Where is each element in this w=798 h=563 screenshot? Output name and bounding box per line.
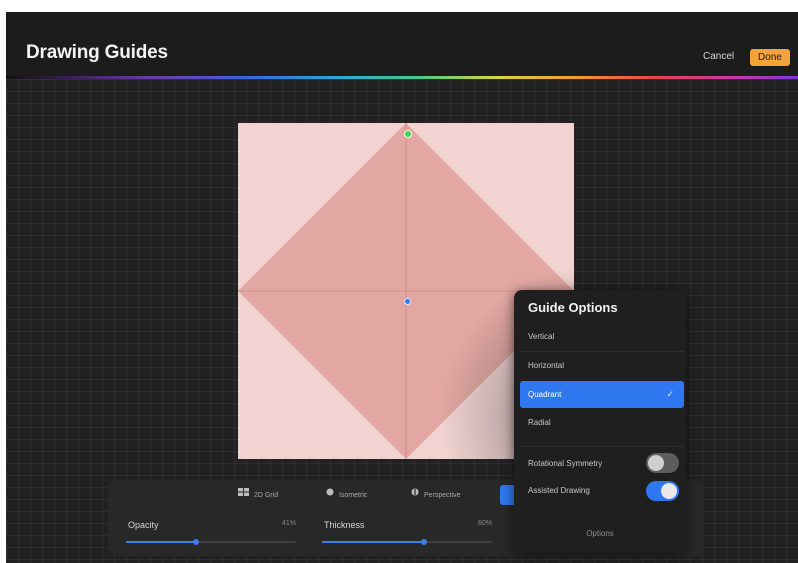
- tab-isometric-label: Isometric: [339, 491, 368, 499]
- toggle-knob: [661, 483, 677, 499]
- guide-options-title: Guide Options: [528, 300, 618, 315]
- option-horizontal-label: Horizontal: [528, 361, 565, 370]
- rotation-handle[interactable]: [404, 130, 412, 138]
- center-handle[interactable]: [404, 298, 411, 305]
- option-horizontal[interactable]: Horizontal: [520, 352, 684, 379]
- thickness-value: 60%: [477, 520, 492, 527]
- rotational-symmetry-toggle[interactable]: [646, 453, 679, 473]
- toggle-knob: [648, 455, 664, 471]
- tab-2d-grid[interactable]: 2D Grid: [238, 485, 278, 505]
- option-vertical-label: Vertical: [528, 332, 555, 341]
- perspective-icon: [411, 485, 419, 505]
- opacity-value: 41%: [281, 520, 296, 527]
- checkmark-icon: ✓: [666, 389, 674, 399]
- rotational-symmetry-label: Rotational Symmetry: [528, 459, 603, 468]
- done-button[interactable]: Done: [750, 49, 790, 66]
- thickness-slider-fill: [322, 541, 424, 543]
- cancel-button[interactable]: Cancel: [703, 51, 734, 62]
- app-screen: Drawing Guides Cancel Done 2D Grid Isome…: [6, 12, 798, 563]
- tab-perspective[interactable]: Perspective: [411, 485, 461, 505]
- divider: [520, 446, 684, 447]
- thickness-label: Thickness: [324, 520, 365, 530]
- opacity-slider[interactable]: [126, 539, 296, 545]
- opacity-slider-fill: [126, 541, 196, 543]
- assisted-drawing-label: Assisted Drawing: [528, 486, 590, 495]
- tab-isometric[interactable]: Isometric: [326, 485, 367, 505]
- thickness-slider[interactable]: [322, 539, 492, 545]
- option-vertical[interactable]: Vertical: [520, 323, 684, 350]
- page-title: Drawing Guides: [26, 42, 168, 63]
- tab-perspective-label: Perspective: [424, 491, 461, 499]
- assisted-drawing-toggle[interactable]: [646, 481, 679, 501]
- opacity-label: Opacity: [128, 520, 159, 530]
- option-radial[interactable]: Radial: [520, 409, 684, 436]
- option-radial-label: Radial: [528, 418, 551, 427]
- thickness-slider-knob[interactable]: [421, 539, 427, 545]
- options-footer[interactable]: Options: [514, 529, 686, 538]
- option-quadrant[interactable]: Quadrant ✓: [520, 381, 684, 408]
- guide-options-popover: Guide Options Vertical Horizontal Quadra…: [514, 290, 686, 552]
- option-quadrant-label: Quadrant: [528, 390, 562, 399]
- opacity-slider-knob[interactable]: [192, 539, 199, 545]
- tab-2d-grid-label: 2D Grid: [254, 491, 279, 499]
- isometric-icon: [326, 485, 334, 505]
- grid-icon: [238, 485, 249, 505]
- top-bar: Drawing Guides Cancel Done: [6, 12, 798, 76]
